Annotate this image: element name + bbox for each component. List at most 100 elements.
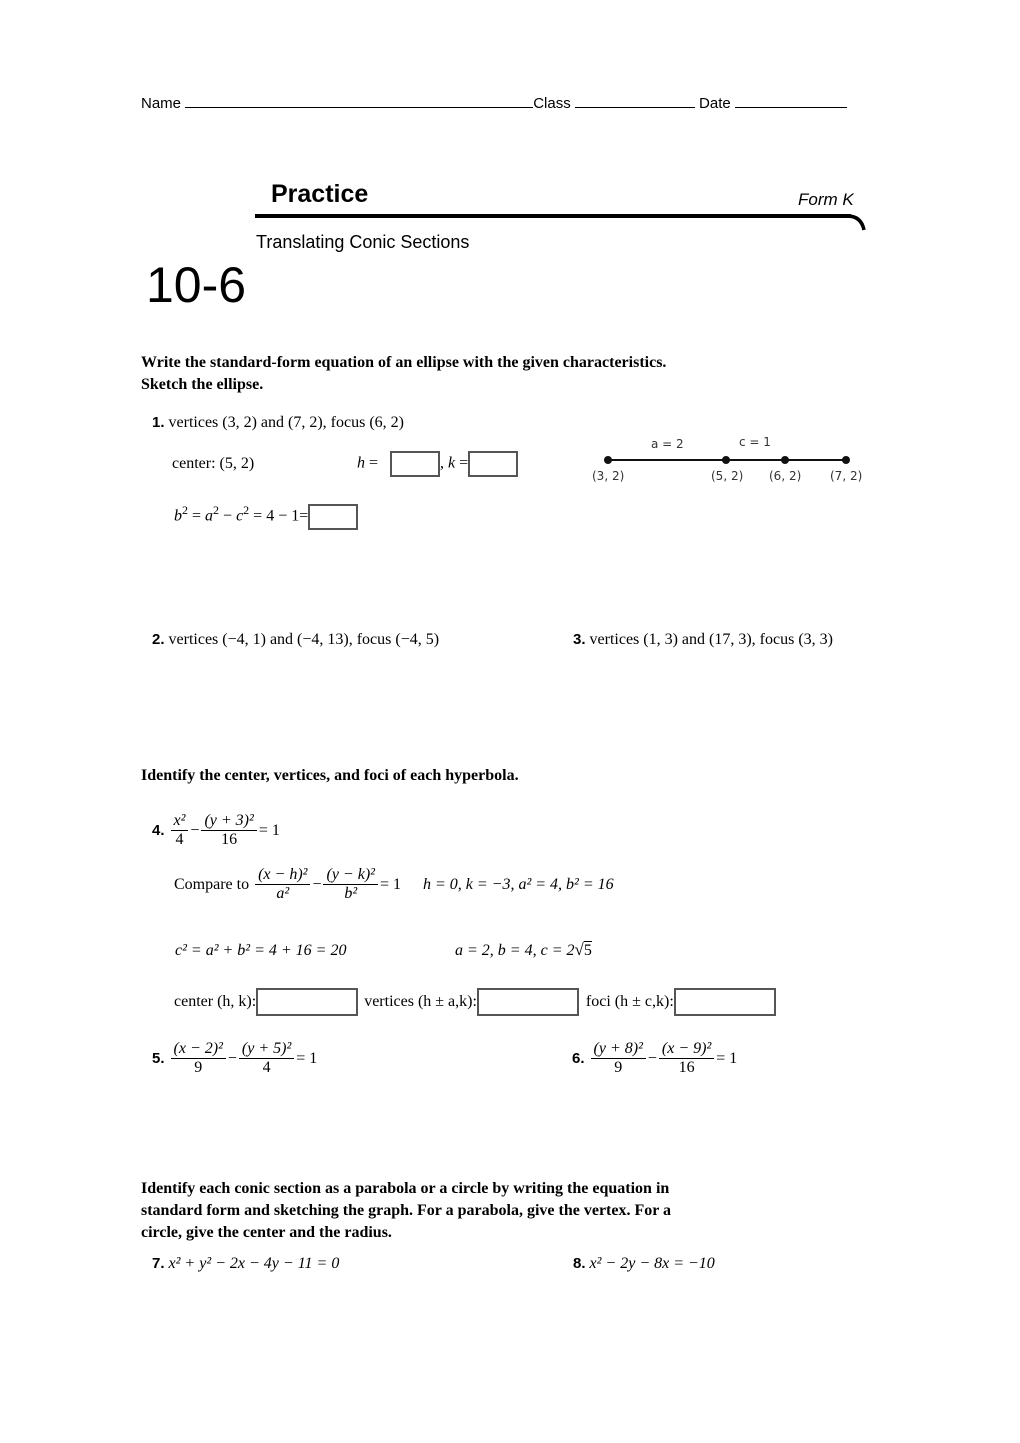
a-label: a = 2 xyxy=(651,437,684,451)
problem-1: 1. vertices (3, 2) and (7, 2), focus (6,… xyxy=(152,414,404,432)
center-text: center: (5, 2) xyxy=(172,455,255,472)
problem-4: 4. x² 4 − (y + 3)² 16 = 1 xyxy=(152,812,280,849)
problem-equation: x² − 2y − 8x = −10 xyxy=(589,1255,715,1272)
problem-text: vertices (1, 3) and (17, 3), focus (3, 3… xyxy=(589,631,833,648)
header-rule xyxy=(255,214,851,218)
problem-8: 8. x² − 2y − 8x = −10 xyxy=(573,1255,715,1273)
denominator: 9 xyxy=(194,1059,203,1076)
problem-3: 3. vertices (1, 3) and (17, 3), focus (3… xyxy=(573,631,833,649)
fraction: (y + 8)² 9 xyxy=(590,1040,646,1077)
problem-number: 4. xyxy=(152,822,165,839)
numerator: (x − 2)² xyxy=(170,1040,226,1059)
problem-7: 7. x² + y² − 2x − 4y − 11 = 0 xyxy=(152,1255,339,1273)
header-row: Name Class Date xyxy=(141,93,847,112)
equation-rhs: = 1 xyxy=(258,821,280,839)
denominator: a² xyxy=(276,885,290,902)
problem-text: vertices (−4, 1) and (−4, 13), focus (−4… xyxy=(168,631,440,648)
problem-number: 8. xyxy=(573,1255,586,1272)
problem-6: 6. (y + 8)² 9 − (x − 9)² 16 = 1 xyxy=(572,1040,737,1077)
denominator: 16 xyxy=(221,831,238,848)
minus-sign: − xyxy=(312,875,322,893)
fraction: x² 4 xyxy=(170,812,189,849)
name-field[interactable] xyxy=(185,93,534,108)
instructions-line-1: Identify each conic section as a parabol… xyxy=(141,1180,670,1197)
h-answer-box[interactable] xyxy=(390,451,441,477)
denominator: 4 xyxy=(175,831,184,848)
minus-sign: − xyxy=(227,1049,237,1067)
equation-rest: = 4 − 1= xyxy=(253,507,309,525)
var-a: a xyxy=(205,507,214,525)
denominator: 16 xyxy=(678,1059,695,1076)
center-label: center (h, k): xyxy=(174,993,257,1010)
numerator: (y − k)² xyxy=(323,866,378,885)
k-label: k xyxy=(448,454,456,472)
header-rule-curve xyxy=(845,214,866,231)
c-label: c = 1 xyxy=(739,435,771,449)
page-title: Practice xyxy=(271,180,369,208)
sqrt-value: 5 xyxy=(583,941,592,959)
compare-row: Compare to (x − h)² a² − (y − k)² b² = 1 h… xyxy=(174,866,614,903)
problem-number: 5. xyxy=(152,1050,165,1067)
hk-values: h = 0, k = −3, a² = 4, b² = 16 xyxy=(422,875,614,893)
class-field[interactable] xyxy=(574,93,695,108)
equals-sign: = xyxy=(369,454,379,472)
abc-values: a = 2, b = 4, c = 2√5 xyxy=(455,940,592,959)
point-label: (3, 2) xyxy=(592,469,625,483)
name-label: Name xyxy=(141,95,182,112)
b2-equation: b2 = a2 − c2 = 4 − 1= xyxy=(174,503,359,530)
numerator: (y + 5)² xyxy=(238,1040,295,1059)
problem-2: 2. vertices (−4, 1) and (−4, 13), focus … xyxy=(152,631,439,649)
problem-5: 5. (x − 2)² 9 − (y + 5)² 4 = 1 xyxy=(152,1040,317,1077)
section1-instructions: Write the standard-form equation of an e… xyxy=(141,352,666,396)
exponent: 2 xyxy=(213,503,220,517)
instructions-line-3: circle, give the center and the radius. xyxy=(141,1224,392,1241)
date-field[interactable] xyxy=(734,93,847,108)
section3-instructions: Identify each conic section as a parabol… xyxy=(141,1178,671,1244)
form-label: Form K xyxy=(798,190,854,209)
point-dot xyxy=(604,456,612,464)
minus-sign: − xyxy=(190,821,200,839)
instructions-line-2: standard form and sketching the graph. F… xyxy=(141,1202,672,1219)
equation-rhs: = 1 xyxy=(296,1049,318,1067)
abc-text: a = 2, b = 4, c = 2 xyxy=(455,942,575,959)
numerator: (x − 9)² xyxy=(658,1040,715,1059)
problem-equation: x² + y² − 2x − 4y − 11 = 0 xyxy=(168,1255,340,1272)
c2-equation: c² = a² + b² = 4 + 16 = 20 xyxy=(175,942,346,960)
b2-answer-box[interactable] xyxy=(308,503,359,530)
point-label: (5, 2) xyxy=(711,469,744,483)
vertices-label: vertices (h ± a,k): xyxy=(364,993,477,1010)
fraction: (y + 5)² 4 xyxy=(238,1040,295,1077)
answer-row: center (h, k): vertices (h ± a,k): foci … xyxy=(174,988,776,1016)
k-answer-box[interactable] xyxy=(468,451,519,477)
center-answer-box[interactable] xyxy=(256,988,359,1016)
denominator: b² xyxy=(344,885,358,902)
foci-answer-box[interactable] xyxy=(673,988,776,1016)
point-label: (7, 2) xyxy=(830,469,863,483)
class-label: Class xyxy=(533,95,571,112)
equals-sign: = xyxy=(459,454,469,472)
lesson-subtitle: Translating Conic Sections xyxy=(256,232,470,252)
problem-number: 6. xyxy=(572,1050,585,1067)
hk-row: h = , k = xyxy=(357,451,519,477)
foci-label: foci (h ± c,k): xyxy=(585,993,674,1010)
instructions-line-1: Write the standard-form equation of an e… xyxy=(141,354,667,371)
fraction: (y + 3)² 16 xyxy=(201,812,257,849)
numerator: x² xyxy=(170,812,189,831)
point-dot xyxy=(781,456,789,464)
problem-number: 7. xyxy=(152,1255,165,1272)
fraction: (y − k)² b² xyxy=(323,866,378,903)
point-dot xyxy=(842,456,850,464)
problem-number: 1. xyxy=(152,414,165,431)
h-label: h xyxy=(357,454,365,472)
date-label: Date xyxy=(699,95,731,112)
problem-number: 2. xyxy=(152,631,165,648)
lesson-number: 10-6 xyxy=(146,257,247,313)
numerator: (y + 8)² xyxy=(590,1040,646,1059)
vertices-answer-box[interactable] xyxy=(476,988,579,1016)
instructions-line-2: Sketch the ellipse. xyxy=(141,376,264,393)
exponent: 2 xyxy=(243,503,250,517)
problem-number: 3. xyxy=(573,631,586,648)
fraction: (x − h)² a² xyxy=(255,866,311,903)
point-label: (6, 2) xyxy=(769,469,802,483)
section2-instructions: Identify the center, vertices, and foci … xyxy=(141,767,519,784)
